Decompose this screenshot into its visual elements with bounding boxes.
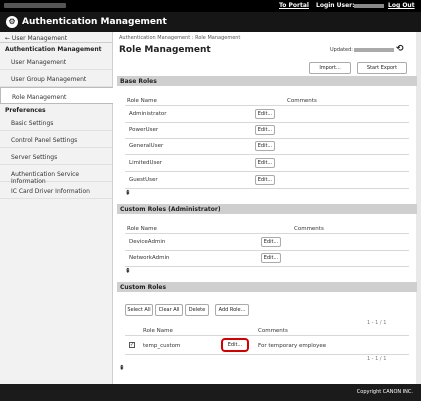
admin-roles-col-role-name: Role Name [127,226,157,232]
sidebar-heading-auth-management: Authentication Management [5,46,102,53]
sidebar-heading-preferences: Preferences [5,107,46,114]
divider [125,138,409,139]
divider [125,122,409,123]
main-content: Authentication Management : Role Managem… [113,32,417,384]
refresh-icon[interactable]: ⟲ [396,44,404,54]
custom-roles-col-role-name: Role Name [143,328,173,334]
base-roles-col-comments: Comments [287,98,317,104]
scroll-to-top-icon[interactable]: ⇞ [125,189,131,197]
admin-roles-col-comments: Comments [294,226,324,232]
sidebar-item-user-management[interactable]: User Management [0,53,112,70]
scroll-to-top-icon[interactable]: ⇞ [119,364,125,372]
divider [125,250,409,251]
custom-admin-roles-header: Custom Roles (Administrator) [117,204,417,214]
back-to-user-management-link[interactable]: ← User Management [0,32,112,43]
role-name-poweruser: PowerUser [129,127,159,133]
role-name-generaluser: GeneralUser [129,143,164,149]
divider [125,154,409,155]
edit-limiteduser-button[interactable]: Edit... [255,158,275,168]
scroll-to-top-icon[interactable]: ⇞ [125,267,131,275]
role-name-guestuser: GuestUser [129,177,158,183]
device-name-redacted [4,3,66,8]
updated-label: Updated: [330,47,353,53]
divider [125,354,409,355]
divider [125,233,409,234]
edit-poweruser-button[interactable]: Edit... [255,125,275,135]
edit-guestuser-button[interactable]: Edit... [255,175,275,185]
divider [125,266,409,267]
pager-bottom: 1 - 1 / 1 [367,356,387,362]
row-checkbox-temp-custom[interactable]: ✓ [129,342,135,348]
footer: Copyright CANON INC. [0,384,421,401]
custom-roles-col-comments: Comments [258,328,288,334]
sidebar-item-basic-settings[interactable]: Basic Settings [0,114,112,131]
breadcrumb: Authentication Management : Role Managem… [119,35,241,41]
sidebar-item-role-management[interactable]: Role Management [0,87,113,104]
page-title: Role Management [119,45,211,55]
role-name-temp-custom: temp_custom [143,343,181,349]
edit-administrator-button[interactable]: Edit... [255,109,275,119]
login-user-redacted [354,4,384,8]
role-name-deviceadmin: DeviceAdmin [129,239,166,245]
select-all-button[interactable]: Select All [125,304,153,316]
add-role-button[interactable]: Add Role... [215,304,249,316]
sidebar: ← User Management Authentication Managem… [0,32,113,384]
divider [125,335,409,336]
role-name-administrator: Administrator [129,111,167,117]
delete-button[interactable]: Delete [185,304,209,316]
edit-temp-custom-button[interactable]: Edit... [221,338,249,352]
copyright-text: Copyright CANON INC. [356,389,413,395]
clear-all-button[interactable]: Clear All [155,304,183,316]
divider [125,105,409,106]
sidebar-item-server-settings[interactable]: Server Settings [0,148,112,165]
role-name-networkadmin: NetworkAdmin [129,255,170,261]
custom-roles-header: Custom Roles [117,282,417,292]
login-user-label: Login User: [316,2,355,9]
to-portal-link[interactable]: To Portal [279,2,309,9]
sidebar-item-user-group-management[interactable]: User Group Management [0,70,112,87]
comment-temp-custom: For temporary employee [258,343,327,349]
app-title: Authentication Management [22,17,167,27]
updated-timestamp-redacted [354,48,394,52]
base-roles-header: Base Roles [117,76,417,86]
app-logo-icon: ⚙ [6,16,18,28]
divider [125,188,409,189]
top-bar: To Portal Login User: Log Out [0,0,421,12]
base-roles-col-role-name: Role Name [127,98,157,104]
import-button[interactable]: Import... [309,62,351,74]
app-title-bar: ⚙ Authentication Management [0,12,421,32]
sidebar-item-auth-service-info[interactable]: Authentication Service Information [0,165,112,185]
edit-networkadmin-button[interactable]: Edit... [261,253,281,263]
pager-top: 1 - 1 / 1 [367,320,387,326]
role-name-limiteduser: LimitedUser [129,160,163,166]
sidebar-item-control-panel-settings[interactable]: Control Panel Settings [0,131,112,148]
start-export-button[interactable]: Start Export [357,62,407,74]
edit-deviceadmin-button[interactable]: Edit... [261,237,281,247]
edit-generaluser-button[interactable]: Edit... [255,141,275,151]
divider [125,171,409,172]
logout-link[interactable]: Log Out [388,2,415,9]
